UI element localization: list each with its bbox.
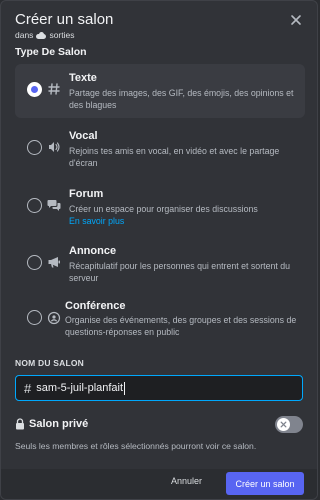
radio-unselected[interactable] <box>27 255 42 270</box>
hash-icon <box>48 83 60 95</box>
lock-icon <box>16 418 24 430</box>
create-channel-button[interactable]: Créer un salon <box>226 472 304 495</box>
channel-type-label: Type De Salon <box>15 46 87 58</box>
channel-type-option-text[interactable]: Texte Partage des images, des GIF, des é… <box>15 64 305 118</box>
private-channel-description: Seuls les membres et rôles sélectionnés … <box>15 441 257 451</box>
subtitle-category: sorties <box>49 30 75 40</box>
channel-name-input[interactable]: # sam-5-juil-planfait <box>15 375 303 401</box>
option-description: Partage des images, des GIF, des émojis,… <box>69 88 294 110</box>
channel-name-prefix: # <box>24 380 32 396</box>
channel-name-label: NOM DU SALON <box>15 358 84 368</box>
option-title: Forum <box>69 188 104 200</box>
toggle-knob <box>277 418 290 431</box>
option-description-text: Créer un espace pour organiser des discu… <box>69 204 258 214</box>
radio-unselected[interactable] <box>27 198 42 213</box>
subtitle-prefix: dans <box>15 30 34 40</box>
channel-name-value[interactable]: sam-5-juil-planfait <box>36 382 123 394</box>
option-title: Texte <box>69 72 97 84</box>
modal-title: Créer un salon <box>15 11 114 28</box>
option-title: Vocal <box>69 130 98 142</box>
option-title: Conférence <box>65 300 126 312</box>
text-caret <box>124 381 126 395</box>
learn-more-link[interactable]: En savoir plus <box>69 215 301 227</box>
close-icon <box>280 421 287 428</box>
radio-selected[interactable] <box>27 82 42 97</box>
private-channel-row: Salon privé <box>15 415 303 435</box>
modal-header: Créer un salon dans sorties <box>15 11 303 45</box>
stage-icon <box>47 311 61 325</box>
modal-subtitle: dans sorties <box>15 29 303 41</box>
megaphone-icon <box>48 257 60 268</box>
speaker-icon <box>49 142 60 152</box>
radio-unselected[interactable] <box>27 310 42 325</box>
radio-unselected[interactable] <box>27 140 42 155</box>
option-description: Récapitulatif pour les personnes qui ent… <box>69 261 291 283</box>
modal-footer: Annuler Créer un salon <box>1 469 317 499</box>
option-description: Créer un espace pour organiser des discu… <box>69 203 301 227</box>
close-icon[interactable] <box>289 13 303 27</box>
channel-type-option-stage[interactable]: Conférence Organise des événements, des … <box>15 294 305 348</box>
option-title: Annonce <box>69 245 117 257</box>
private-channel-label: Salon privé <box>29 418 89 430</box>
option-description: Rejoins tes amis en vocal, en vidéo et a… <box>69 146 280 168</box>
private-channel-toggle[interactable] <box>275 416 303 433</box>
cloud-icon <box>36 31 47 39</box>
channel-type-option-announcement[interactable]: Annonce Récapitulatif pour les personnes… <box>15 237 305 291</box>
channel-type-option-forum[interactable]: Forum Créer un espace pour organiser des… <box>15 180 305 234</box>
create-channel-modal: Créer un salon dans sorties Type De Salo… <box>0 0 318 500</box>
option-description: Organise des événements, des groupes et … <box>65 315 297 337</box>
channel-type-option-voice[interactable]: Vocal Rejoins tes amis en vocal, en vidé… <box>15 122 305 176</box>
forum-icon <box>47 200 61 211</box>
cancel-button[interactable]: Annuler <box>171 476 202 486</box>
